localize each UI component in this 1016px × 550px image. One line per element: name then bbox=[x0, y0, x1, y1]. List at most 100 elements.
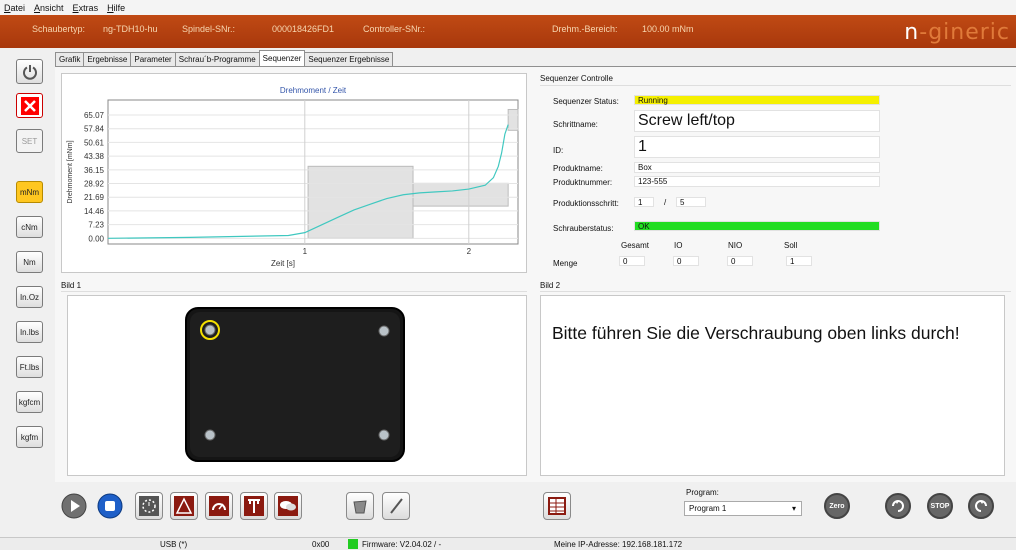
gauge-button[interactable] bbox=[205, 492, 233, 520]
bild2-title: Bild 2 bbox=[540, 281, 561, 290]
x-tick-label: 2 bbox=[467, 247, 472, 256]
tab-sequenzer[interactable]: Sequenzer bbox=[258, 50, 306, 66]
firmware-indicator bbox=[348, 539, 358, 549]
unit-cnm-button[interactable]: cNm bbox=[16, 216, 43, 238]
range-label: Drehm.-Bereich: bbox=[552, 24, 618, 34]
rotate-right-icon bbox=[892, 500, 904, 512]
production-step-label: Produktionsschritt: bbox=[553, 199, 619, 208]
pencil-button[interactable] bbox=[382, 492, 410, 520]
program-select[interactable]: Program 1 ▾ bbox=[684, 501, 802, 516]
id-value: 1 bbox=[634, 136, 880, 158]
trash-button[interactable] bbox=[346, 492, 374, 520]
stop-button[interactable] bbox=[96, 492, 124, 520]
tab-sequenzer-ergebnisse[interactable]: Sequenzer Ergebnisse bbox=[304, 52, 394, 66]
tab-ergebnisse[interactable]: Ergebnisse bbox=[83, 52, 132, 66]
close-icon bbox=[20, 96, 39, 115]
rotate-right-button[interactable] bbox=[885, 493, 911, 519]
menu-hilfe[interactable]: Hilfe bbox=[107, 3, 125, 13]
sequencer-status-value: Running bbox=[634, 95, 880, 105]
sequencer-status-label: Sequenzer Status: bbox=[553, 97, 619, 106]
spindel-label: Spindel-SNr.: bbox=[182, 24, 236, 34]
y-tick-label: 21.69 bbox=[84, 193, 105, 202]
production-step-separator: / bbox=[664, 198, 667, 207]
schraubertyp-value: ng-TDH10-hu bbox=[103, 24, 158, 34]
y-tick-label: 43.38 bbox=[84, 152, 105, 161]
set-button[interactable]: SET bbox=[16, 129, 43, 153]
y-tick-label: 28.92 bbox=[84, 180, 105, 189]
y-axis-label: Drehmoment [mNm] bbox=[67, 140, 74, 203]
menu-datei[interactable]: Datei bbox=[4, 3, 25, 13]
chevron-down-icon: ▾ bbox=[791, 504, 796, 513]
instruction-text: Bitte führen Sie die Verschraubung oben … bbox=[552, 323, 960, 343]
rotate-left-button[interactable] bbox=[968, 493, 994, 519]
zero-icon: Zero bbox=[829, 502, 845, 510]
brand-logo: n-gineric bbox=[904, 20, 1010, 45]
pencil-icon bbox=[390, 498, 403, 514]
torque-chart: 65.07 57.84 50.61 43.38 36.15 28.92 21.69 14.46… bbox=[67, 86, 519, 268]
play-button[interactable] bbox=[60, 492, 88, 520]
unit-inlbs-button[interactable]: In.lbs bbox=[16, 321, 43, 343]
chat-icon bbox=[278, 496, 298, 516]
x-axis-label: Zeit [s] bbox=[271, 259, 295, 268]
header-soll: Soll bbox=[784, 241, 798, 250]
unit-inoz-button[interactable]: In.Oz bbox=[16, 286, 43, 308]
unit-mnm-button[interactable]: mNm bbox=[16, 181, 43, 203]
product-number-label: Produktnummer: bbox=[553, 178, 613, 187]
product-name-label: Produktname: bbox=[553, 164, 603, 173]
range-value: 100.00 mNm bbox=[642, 24, 694, 34]
menge-io: 0 bbox=[673, 256, 699, 266]
schraubertyp-label: Schaubertyp: bbox=[32, 24, 86, 34]
y-tick-label: 0.00 bbox=[88, 234, 104, 243]
tolerance-window bbox=[412, 182, 509, 207]
y-tick-label: 36.15 bbox=[84, 166, 105, 175]
timer-button[interactable] bbox=[135, 492, 163, 520]
tab-grafik[interactable]: Grafik bbox=[55, 52, 85, 66]
program-label: Program: bbox=[686, 488, 719, 497]
stop-icon bbox=[97, 493, 123, 519]
tab-bar: Grafik Ergebnisse Parameter Schrau´b-Pro… bbox=[55, 50, 394, 66]
y-tick-label: 7.23 bbox=[88, 221, 104, 230]
bild2-divider bbox=[540, 291, 1011, 292]
angle-button[interactable] bbox=[170, 492, 198, 520]
power-button[interactable] bbox=[16, 59, 43, 84]
screwer-status-value: OK bbox=[634, 221, 880, 231]
chart-title: Drehmoment / Zeit bbox=[280, 86, 347, 95]
unit-kgfm-button[interactable]: kgfm bbox=[16, 426, 43, 448]
stop-sign-icon: STOP bbox=[930, 502, 950, 510]
unit-ftlbs-button[interactable]: Ft.lbs bbox=[16, 356, 43, 378]
sequencer-title: Sequenzer Controlle bbox=[540, 74, 613, 83]
bild1-title: Bild 1 bbox=[61, 281, 82, 290]
unit-nm-button[interactable]: Nm bbox=[16, 251, 43, 273]
report-button[interactable] bbox=[543, 492, 571, 520]
tolerance-window bbox=[507, 108, 519, 131]
tool-button[interactable] bbox=[240, 492, 268, 520]
step-name-value: Screw left/top bbox=[634, 110, 880, 132]
header-bar: Schaubertyp: ng-TDH10-hu Spindel-SNr.: 0… bbox=[0, 15, 1016, 48]
chat-button[interactable] bbox=[274, 492, 302, 520]
bild1-image-panel bbox=[67, 295, 527, 476]
menge-label: Menge bbox=[553, 259, 578, 268]
zero-button[interactable]: Zero bbox=[824, 493, 850, 519]
menge-soll: 1 bbox=[786, 256, 812, 266]
y-tick-label: 50.61 bbox=[84, 138, 105, 147]
rotate-left-icon bbox=[975, 500, 987, 512]
status-code: 0x00 bbox=[312, 540, 330, 549]
step-name-label: Schrittname: bbox=[553, 120, 598, 129]
menge-nio: 0 bbox=[727, 256, 753, 266]
play-icon bbox=[61, 493, 87, 519]
product-number-value: 123-555 bbox=[634, 176, 880, 187]
production-step-total: 5 bbox=[676, 197, 706, 207]
unit-kgfcm-button[interactable]: kgfcm bbox=[16, 391, 43, 413]
tab-parameter[interactable]: Parameter bbox=[130, 52, 176, 66]
close-button[interactable] bbox=[16, 93, 43, 118]
bild2-panel: Bitte führen Sie die Verschraubung oben … bbox=[540, 295, 1005, 476]
usb-status: USB (*) bbox=[160, 540, 188, 549]
spindel-value: 000018426FD1 bbox=[272, 24, 335, 34]
menu-extras[interactable]: Extras bbox=[73, 3, 99, 13]
menu-ansicht[interactable]: Ansicht bbox=[34, 3, 64, 13]
tool-icon bbox=[244, 496, 264, 516]
tab-schraub-programme[interactable]: Schrau´b-Programme bbox=[174, 52, 260, 66]
sequencer-divider bbox=[540, 85, 1011, 86]
firmware-version: Firmware: V2.04.02 / - bbox=[362, 540, 442, 549]
stop-screw-button[interactable]: STOP bbox=[927, 493, 953, 519]
